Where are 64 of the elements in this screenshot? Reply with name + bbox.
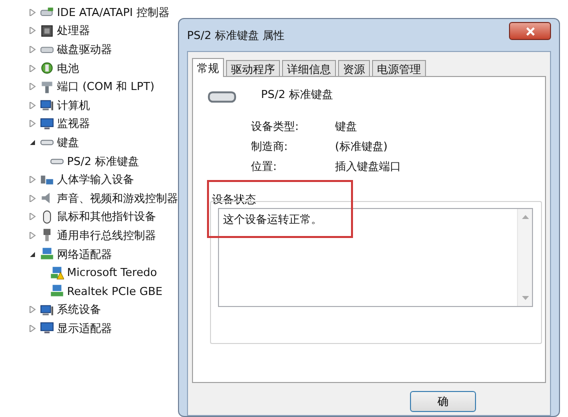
- collapse-arrow-icon[interactable]: [29, 138, 36, 146]
- tree-item[interactable]: 声音、视频和游戏控制器: [57, 190, 178, 206]
- tree-item[interactable]: 电池: [57, 60, 79, 76]
- tree-item[interactable]: 磁盘驱动器: [57, 42, 112, 57]
- computer-icon: [40, 302, 54, 317]
- property-value: (标准键盘): [335, 139, 389, 154]
- expand-arrow-icon[interactable]: [29, 324, 36, 332]
- battery-icon: [40, 61, 54, 76]
- device-name: PS/2 标准键盘: [261, 87, 333, 102]
- tree-item[interactable]: 人体学输入设备: [57, 172, 134, 188]
- computer-icon: [40, 98, 54, 112]
- status-text: 这个设备运转正常。: [222, 212, 323, 228]
- expand-arrow-icon[interactable]: [29, 64, 36, 72]
- expand-arrow-icon[interactable]: [29, 46, 36, 53]
- tab[interactable]: 详细信息: [282, 60, 336, 76]
- tab[interactable]: 资源: [338, 60, 370, 76]
- tab[interactable]: 常规: [192, 58, 224, 77]
- expand-arrow-icon[interactable]: [29, 194, 36, 202]
- network-warning-icon: [50, 266, 64, 280]
- close-icon: [526, 26, 534, 36]
- tree-item[interactable]: Microsoft Teredo: [67, 266, 157, 280]
- monitor-icon: [40, 116, 54, 131]
- chip-icon: [40, 24, 54, 38]
- tree-item[interactable]: 通用串行总线控制器: [57, 228, 156, 243]
- status-text-box[interactable]: 这个设备运转正常。: [218, 208, 533, 307]
- window-title: PS/2 标准键盘 属性: [187, 28, 284, 42]
- network-icon: [50, 284, 64, 298]
- ok-button[interactable]: 确: [410, 391, 476, 412]
- property-value: 键盘: [335, 119, 358, 134]
- expand-arrow-icon[interactable]: [29, 8, 36, 16]
- expand-arrow-icon[interactable]: [29, 176, 36, 184]
- tab[interactable]: 电源管理: [372, 60, 426, 76]
- property-value: 插入键盘端口: [335, 159, 402, 174]
- property-label: 位置:: [251, 159, 278, 174]
- tree-item[interactable]: 键盘: [57, 134, 79, 150]
- expand-arrow-icon[interactable]: [29, 27, 36, 34]
- tree-item[interactable]: 网络适配器: [57, 246, 112, 262]
- expand-arrow-icon[interactable]: [29, 102, 36, 109]
- tree-item[interactable]: 计算机: [57, 98, 90, 113]
- property-label: 制造商:: [251, 139, 289, 154]
- network-icon: [40, 247, 54, 262]
- mouse-icon: [40, 210, 54, 224]
- scroll-up-icon[interactable]: [522, 215, 528, 219]
- tree-item[interactable]: 端口 (COM 和 LPT): [57, 79, 154, 94]
- tree-item[interactable]: 鼠标和其他指针设备: [57, 209, 156, 224]
- expand-arrow-icon[interactable]: [29, 306, 36, 314]
- monitor-icon: [40, 321, 54, 336]
- tree-item[interactable]: 处理器: [57, 23, 90, 38]
- expand-arrow-icon[interactable]: [29, 83, 36, 90]
- expand-arrow-icon[interactable]: [29, 213, 36, 220]
- tree-item[interactable]: PS/2 标准键盘: [67, 154, 139, 169]
- property-label: 设备类型:: [251, 119, 300, 134]
- tab[interactable]: 驱动程序: [226, 60, 280, 76]
- tree-item[interactable]: Realtek PCIe GBE: [67, 284, 163, 298]
- expand-arrow-icon[interactable]: [29, 232, 36, 239]
- scrollbar[interactable]: [517, 209, 532, 306]
- tree-item[interactable]: 监视器: [57, 116, 90, 132]
- expand-arrow-icon[interactable]: [29, 120, 36, 128]
- tree-item[interactable]: 系统设备: [57, 302, 101, 318]
- scroll-down-icon[interactable]: [522, 296, 528, 300]
- collapse-arrow-icon[interactable]: [29, 250, 36, 258]
- close-button[interactable]: [509, 22, 551, 40]
- tree-item[interactable]: 显示适配器: [57, 320, 112, 336]
- tree-item[interactable]: IDE ATA/ATAPI 控制器: [57, 4, 170, 20]
